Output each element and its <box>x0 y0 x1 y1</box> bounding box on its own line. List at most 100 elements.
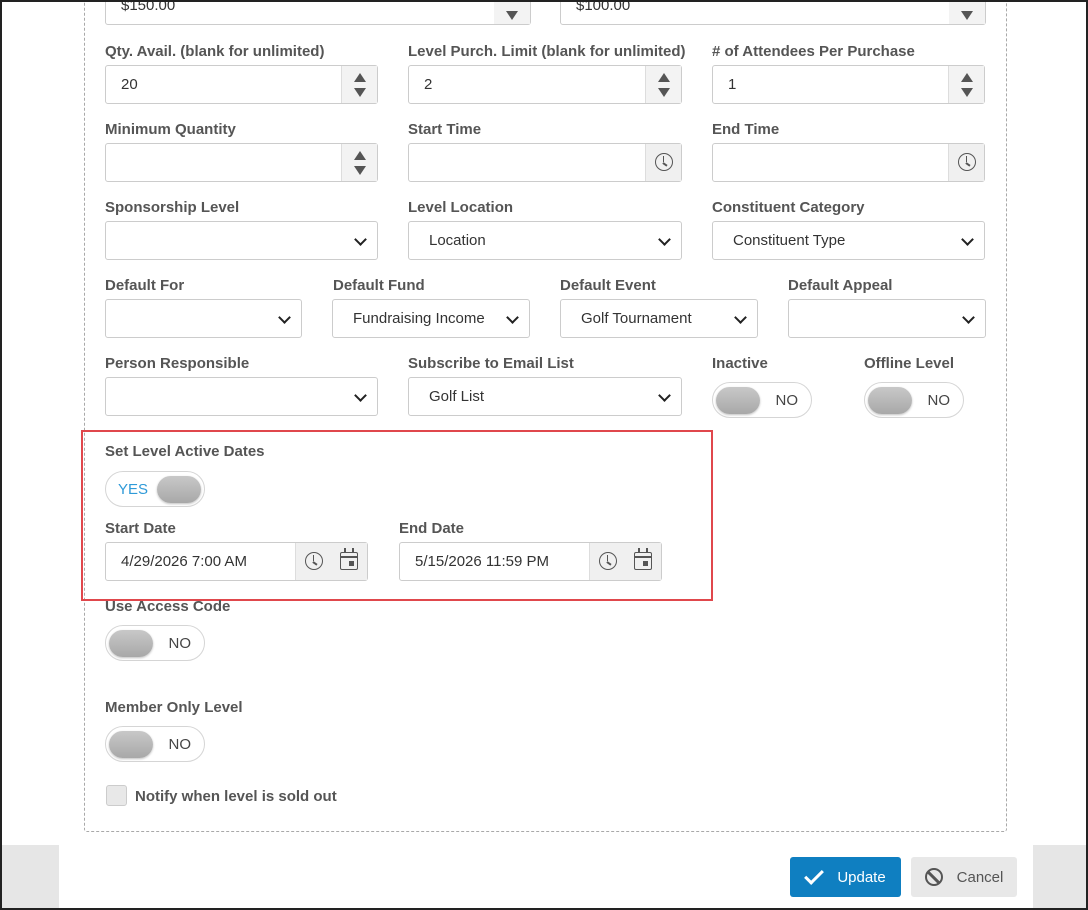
inactive-toggle-state: NO <box>775 392 799 409</box>
default-fund-select[interactable]: Fundraising Income <box>332 299 530 338</box>
min-qty-label: Minimum Quantity <box>105 121 236 138</box>
offline-level-label: Offline Level <box>864 355 955 372</box>
default-event-label: Default Event <box>560 277 656 294</box>
calendar-icon <box>340 548 358 570</box>
toggle-knob <box>157 476 201 503</box>
toggle-knob <box>868 387 912 414</box>
location-value: Location <box>429 232 486 249</box>
chevron-down-icon <box>962 311 975 324</box>
default-for-label: Default For <box>105 277 185 294</box>
chevron-down-icon <box>506 311 519 324</box>
attendees-label: # of Attendees Per Purchase <box>712 43 915 60</box>
email-list-value: Golf List <box>429 388 485 405</box>
inactive-label: Inactive <box>712 355 768 372</box>
member-only-toggle[interactable]: NO <box>105 726 205 762</box>
start-date-label: Start Date <box>105 520 176 537</box>
location-label: Level Location <box>408 199 514 216</box>
constituent-label: Constituent Category <box>712 199 865 216</box>
purch-limit-stepper[interactable] <box>645 66 681 103</box>
end-date-time-button[interactable] <box>589 543 625 580</box>
toggle-knob <box>716 387 760 414</box>
min-qty-stepper[interactable] <box>341 144 377 181</box>
end-time-picker-button[interactable] <box>948 144 984 181</box>
default-event-value: Golf Tournament <box>581 310 692 327</box>
default-for-select[interactable] <box>105 299 302 338</box>
notify-sold-out-label: Notify when level is sold out <box>135 788 337 805</box>
active-dates-toggle-state: YES <box>118 481 149 498</box>
toggle-knob <box>109 630 153 657</box>
qty-avail-stepper[interactable] <box>341 66 377 103</box>
end-date-input[interactable]: 5/15/2026 11:59 PM <box>399 542 662 581</box>
default-fund-value: Fundraising Income <box>353 310 485 327</box>
end-date-value: 5/15/2026 11:59 PM <box>415 553 549 570</box>
attendees-input[interactable]: 1 <box>712 65 985 104</box>
toggle-knob <box>109 731 153 758</box>
access-code-label: Use Access Code <box>105 598 231 615</box>
constituent-select[interactable]: Constituent Type <box>712 221 985 260</box>
start-date-time-button[interactable] <box>295 543 331 580</box>
start-date-value: 4/29/2026 7:00 AM <box>121 553 247 570</box>
default-fund-label: Default Fund <box>333 277 425 294</box>
active-dates-toggle[interactable]: YES <box>105 471 205 507</box>
location-select[interactable]: Location <box>408 221 682 260</box>
end-time-label: End Time <box>712 121 780 138</box>
access-code-toggle[interactable]: NO <box>105 625 205 661</box>
window-frame: $150.00 $100.00 Qty. Avail. (blank for u… <box>0 0 1088 910</box>
start-time-label: Start Time <box>408 121 482 138</box>
chevron-down-icon <box>354 389 367 402</box>
cancel-button[interactable]: Cancel <box>911 857 1017 897</box>
update-button[interactable]: Update <box>790 857 901 897</box>
ban-icon <box>924 868 943 886</box>
purch-limit-label: Level Purch. Limit (blank for unlimited) <box>408 43 686 60</box>
clock-icon <box>305 552 323 570</box>
qty-avail-value: 20 <box>121 76 138 93</box>
sponsorship-label: Sponsorship Level <box>105 199 240 216</box>
start-time-picker-button[interactable] <box>645 144 681 181</box>
price-b-value: $100.00 <box>576 0 631 14</box>
default-event-select[interactable]: Golf Tournament <box>560 299 758 338</box>
inactive-toggle[interactable]: NO <box>712 382 812 418</box>
purch-limit-input[interactable]: 2 <box>408 65 682 104</box>
qty-avail-label: Qty. Avail. (blank for unlimited) <box>105 43 325 60</box>
purch-limit-value: 2 <box>424 76 433 93</box>
chevron-down-icon <box>354 233 367 246</box>
clock-icon <box>599 552 617 570</box>
member-only-label: Member Only Level <box>105 699 243 716</box>
check-icon <box>804 864 825 885</box>
default-appeal-label: Default Appeal <box>788 277 893 294</box>
update-button-label: Update <box>837 868 886 886</box>
price-b-dropdown-handle[interactable] <box>949 2 985 24</box>
price-a-value: $150.00 <box>121 0 176 14</box>
chevron-down-icon <box>658 389 671 402</box>
member-only-toggle-state: NO <box>168 736 192 753</box>
price-a-dropdown-handle[interactable] <box>494 2 530 24</box>
price-select-b[interactable]: $100.00 <box>560 0 986 25</box>
cancel-button-label: Cancel <box>956 868 1004 886</box>
constituent-value: Constituent Type <box>733 232 846 249</box>
clock-icon <box>958 153 976 171</box>
price-select-a[interactable]: $150.00 <box>105 0 531 25</box>
start-date-calendar-button[interactable] <box>331 543 367 580</box>
attendees-value: 1 <box>728 76 737 93</box>
chevron-down-icon <box>278 311 291 324</box>
attendees-stepper[interactable] <box>948 66 984 103</box>
end-date-calendar-button[interactable] <box>625 543 661 580</box>
start-date-input[interactable]: 4/29/2026 7:00 AM <box>105 542 368 581</box>
person-responsible-label: Person Responsible <box>105 355 250 372</box>
end-time-input[interactable] <box>712 143 985 182</box>
person-responsible-select[interactable] <box>105 377 378 416</box>
qty-avail-input[interactable]: 20 <box>105 65 378 104</box>
min-qty-input[interactable] <box>105 143 378 182</box>
start-time-input[interactable] <box>408 143 682 182</box>
active-dates-label: Set Level Active Dates <box>105 443 265 460</box>
chevron-down-icon <box>658 233 671 246</box>
chevron-down-icon <box>961 233 974 246</box>
chevron-down-icon <box>734 311 747 324</box>
access-code-toggle-state: NO <box>168 635 192 652</box>
sponsorship-select[interactable] <box>105 221 378 260</box>
notify-sold-out-checkbox[interactable] <box>106 785 127 806</box>
email-list-select[interactable]: Golf List <box>408 377 682 416</box>
offline-level-toggle[interactable]: NO <box>864 382 964 418</box>
default-appeal-select[interactable] <box>788 299 986 338</box>
clock-icon <box>655 153 673 171</box>
